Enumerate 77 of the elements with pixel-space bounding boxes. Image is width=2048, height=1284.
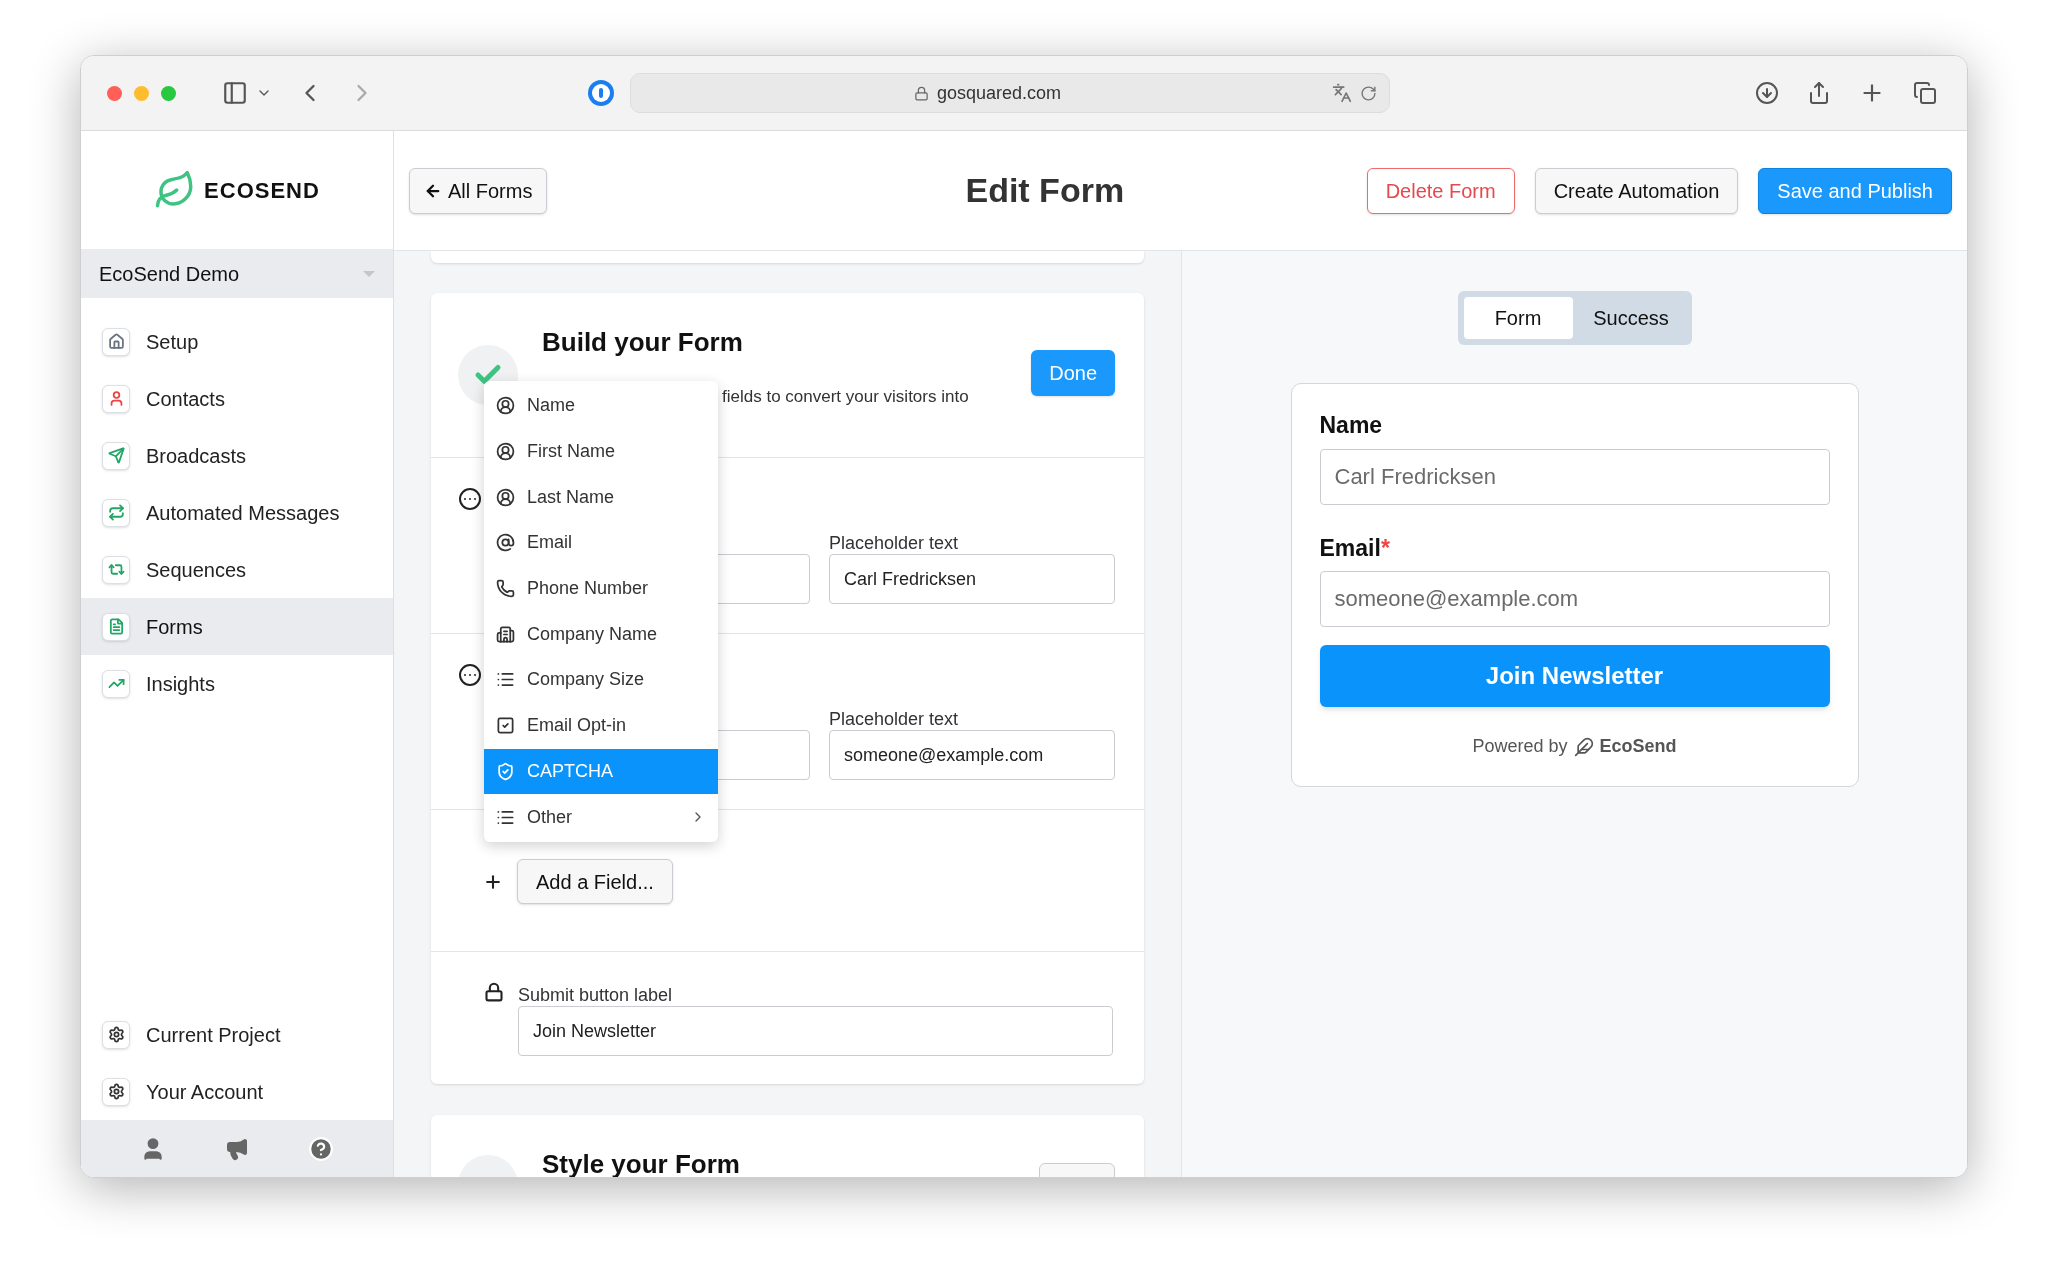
- dropdown-caret-icon: [363, 270, 375, 277]
- placeholder-field[interactable]: someone@example.com: [829, 730, 1115, 780]
- person-circle-icon: [496, 442, 515, 462]
- sidebar-item[interactable]: Forms: [81, 598, 393, 655]
- header-button[interactable]: Create Automation: [1534, 167, 1739, 214]
- field-label: Submit button label: [518, 984, 674, 1006]
- more-options-icon[interactable]: [458, 487, 482, 511]
- line-chart-icon: [102, 669, 130, 698]
- card-description: fields to convert your visitors into: [722, 386, 969, 408]
- menu-item[interactable]: Other: [484, 794, 718, 840]
- tabs-overview-icon[interactable]: [1913, 81, 1937, 105]
- submit-label-field[interactable]: Join Newsletter: [518, 1006, 1113, 1056]
- download-icon[interactable]: [1755, 81, 1779, 105]
- form-icon: [102, 612, 130, 641]
- sidebar-item[interactable]: Broadcasts: [81, 427, 393, 484]
- sidebar-item[interactable]: Current Project: [81, 1006, 393, 1063]
- add-field-button[interactable]: Add a Field...: [517, 859, 673, 904]
- field-label: Name: [1319, 411, 1384, 440]
- at-sign-icon: [496, 533, 515, 553]
- reload-icon[interactable]: [1360, 84, 1377, 102]
- sidebar-toggle-icon[interactable]: [222, 80, 248, 106]
- brand-logo-text: ECOSEND: [204, 176, 320, 205]
- megaphone-icon[interactable]: [225, 1136, 249, 1161]
- sidebar-item[interactable]: Insights: [81, 655, 393, 712]
- brand-name: EcoSend: [1599, 735, 1677, 758]
- person-circle-icon: [496, 487, 515, 507]
- menu-item[interactable]: First Name: [484, 428, 718, 475]
- preview-tab[interactable]: Success: [1576, 297, 1686, 339]
- project-selector[interactable]: EcoSend Demo: [81, 249, 393, 298]
- menu-item[interactable]: Email: [484, 520, 718, 566]
- building-icon: [496, 624, 515, 644]
- menu-item[interactable]: Email Opt-in: [484, 702, 718, 749]
- powered-by-text: Powered by: [1472, 735, 1568, 758]
- sidebar-item[interactable]: Contacts: [81, 370, 393, 427]
- text-field[interactable]: Carl Fredricksen: [1319, 448, 1830, 505]
- translate-icon[interactable]: [1332, 83, 1352, 103]
- field-label: Placeholder text: [829, 532, 960, 554]
- url-text: gosquared.com: [936, 81, 1062, 105]
- field-label: Placeholder text: [829, 708, 960, 730]
- menu-item[interactable]: Name: [484, 383, 718, 429]
- more-options-icon[interactable]: [458, 663, 482, 687]
- sidebar-item[interactable]: Setup: [81, 313, 393, 370]
- checkbox-icon: [496, 716, 515, 736]
- gear-icon: [102, 1020, 130, 1049]
- field-label: Email*: [1319, 533, 1391, 563]
- shield-check-icon: [496, 761, 515, 781]
- help-icon[interactable]: [307, 1135, 334, 1162]
- gear-icon: [102, 1077, 130, 1106]
- header-button[interactable]: Delete Form: [1366, 167, 1515, 214]
- text-field[interactable]: someone@example.com: [1319, 571, 1830, 627]
- preview-tab[interactable]: Form: [1463, 297, 1573, 339]
- close-window-icon[interactable]: [107, 85, 122, 101]
- plus-icon: [483, 872, 503, 892]
- share-icon[interactable]: [1807, 81, 1831, 105]
- house-icon: [102, 327, 130, 356]
- lock-icon: [913, 85, 929, 101]
- sidebar-item[interactable]: Automated Messages: [81, 484, 393, 541]
- lock-icon: [484, 982, 504, 1002]
- password-manager-icon[interactable]: [588, 80, 614, 106]
- sidebar-item[interactable]: Sequences: [81, 541, 393, 598]
- menu-item[interactable]: Company Name: [484, 611, 718, 658]
- address-bar[interactable]: gosquared.com: [630, 73, 1390, 113]
- page-title: Edit Form: [965, 170, 1125, 211]
- paper-plane-icon: [102, 441, 130, 470]
- menu-item[interactable]: Phone Number: [484, 565, 718, 612]
- back-button[interactable]: All Forms: [409, 167, 548, 214]
- menu-item[interactable]: Company Size: [484, 657, 718, 703]
- repeat-arrows-icon: [102, 555, 130, 584]
- phone-icon: [496, 579, 515, 599]
- person-circle-icon: [496, 396, 515, 416]
- menu-item[interactable]: Last Name: [484, 474, 718, 521]
- feather-logo-icon: [1573, 736, 1594, 757]
- sidebar-item[interactable]: Your Account: [81, 1063, 393, 1120]
- placeholder-field[interactable]: Carl Fredricksen: [829, 554, 1115, 604]
- card-title: Build your Form: [542, 326, 744, 359]
- repeat-arrows-icon: [102, 498, 130, 527]
- person-icon: [102, 384, 130, 413]
